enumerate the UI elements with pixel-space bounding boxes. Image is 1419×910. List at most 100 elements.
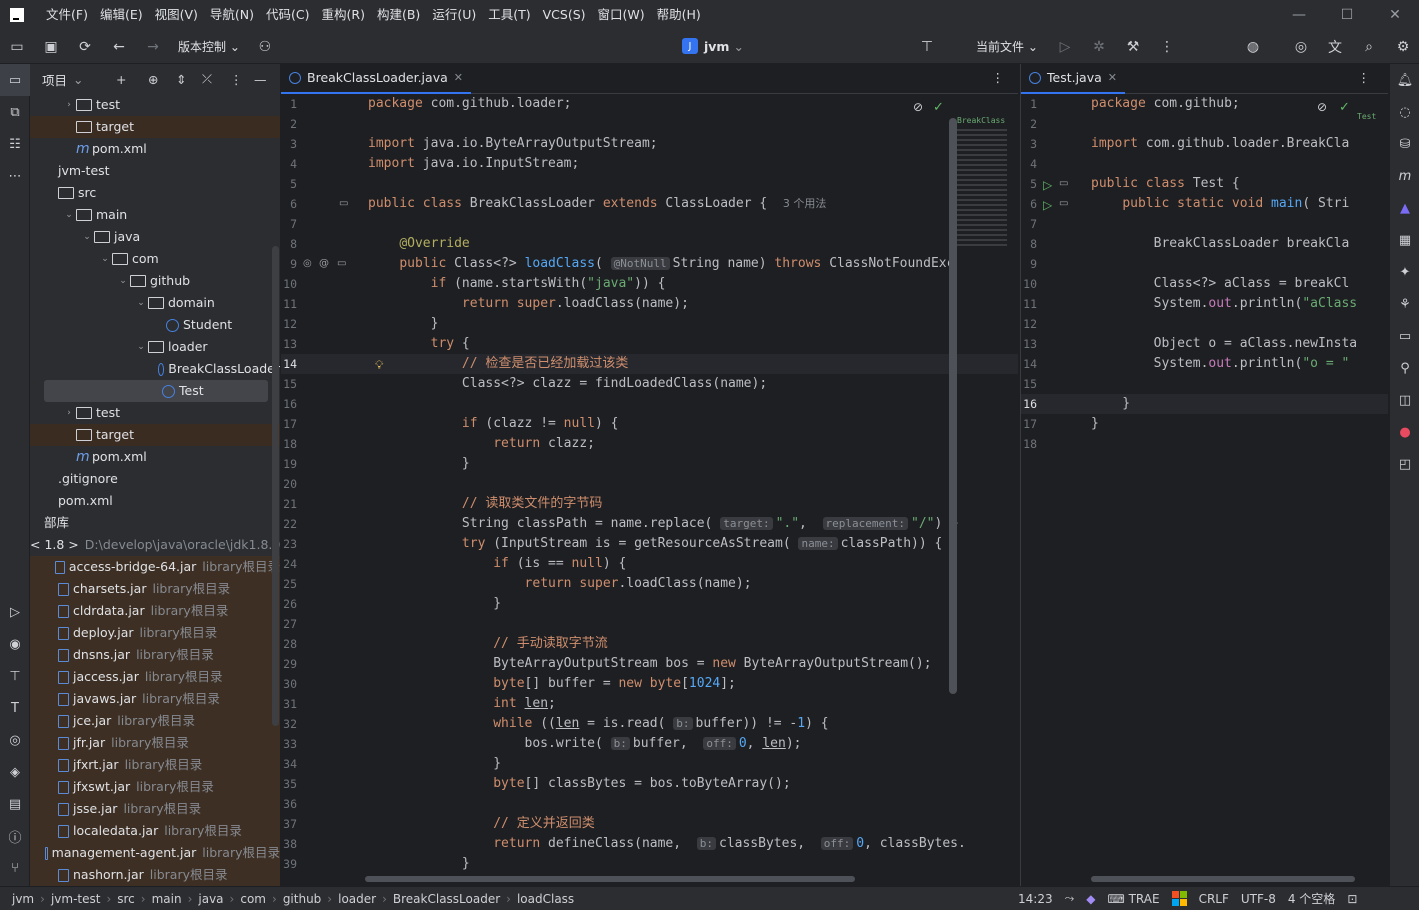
tree-row[interactable]: .gitignore (30, 468, 280, 490)
tree-row[interactable]: dnsns.jar library根目录 (30, 644, 280, 666)
line-number[interactable]: 29 (281, 654, 297, 674)
breadcrumb-item[interactable]: BreakClassLoader (389, 892, 504, 906)
intellij-logo-icon[interactable] (10, 8, 24, 22)
bulb-icon[interactable]: 💡︎ (375, 358, 383, 373)
tab-test[interactable]: Test.java ✕ (1021, 64, 1125, 94)
update-icon[interactable]: ◍ (1236, 30, 1270, 64)
tree-row[interactable]: ⌄ com (30, 248, 280, 270)
settings-gear-icon[interactable]: ⚙ (1386, 30, 1419, 64)
code-line[interactable]: 3 import com.github.loader.BreakCla (1021, 134, 1388, 154)
line-number[interactable]: 17 (281, 414, 297, 434)
line-number[interactable]: 4 (1021, 154, 1037, 174)
tree-row[interactable]: Student (30, 314, 280, 336)
line-number[interactable]: 9 (1021, 254, 1037, 274)
chevron-icon[interactable]: ⌄ (62, 204, 76, 226)
menu-item[interactable]: 代码(C) (260, 0, 315, 30)
run-tool-icon[interactable]: ▷ (0, 596, 30, 628)
line-number[interactable]: 32 (281, 714, 297, 734)
windows-logo-icon[interactable] (1166, 891, 1193, 906)
plugin-a-icon[interactable]: ▲ (1390, 192, 1419, 224)
code-line[interactable]: 9 public Class<?> loadClass( @NotNull Str… (281, 254, 1018, 274)
open-folder-icon[interactable]: ▭ (0, 30, 34, 64)
code-line[interactable]: 10 Class<?> aClass = breakCl (1021, 274, 1388, 294)
line-number[interactable]: 18 (1021, 434, 1037, 454)
hierarchy-icon[interactable]: ⚲ (1390, 352, 1419, 384)
line-number[interactable]: 15 (1021, 374, 1037, 394)
line-number[interactable]: 24 (281, 554, 297, 574)
inspection-ok-icon[interactable]: ✓ (1339, 100, 1350, 115)
menu-item[interactable]: 编辑(E) (94, 0, 149, 30)
breadcrumb-item[interactable]: loadClass (513, 892, 578, 906)
line-number[interactable]: 13 (281, 334, 297, 354)
plugin-e-icon[interactable]: ▭ (1390, 320, 1419, 352)
code-line[interactable]: 9 (1021, 254, 1388, 274)
line-number[interactable]: 3 (1021, 134, 1037, 154)
line-number[interactable]: 5 (1021, 174, 1037, 194)
tree-row[interactable]: pom.xml (30, 490, 280, 512)
line-number[interactable]: 5 (281, 174, 297, 194)
code-line[interactable]: 23 try (InputStream is = getResourceAsSt… (281, 534, 1018, 554)
line-number[interactable]: 26 (281, 594, 297, 614)
tab-options-icon[interactable]: ⋮ (992, 70, 1005, 85)
chevron-icon[interactable]: › (62, 94, 76, 116)
bookmark-icon[interactable]: ▭ (339, 198, 348, 209)
chevron-icon[interactable]: ⌄ (98, 248, 112, 270)
tree-row[interactable]: < 1.8 > D:\develop\java\oracle\jdk1.8.0_ (30, 534, 280, 556)
run-gutter-icon[interactable]: ▷ (1043, 198, 1052, 212)
chevron-icon[interactable]: ⌄ (116, 270, 130, 292)
tree-row[interactable]: BreakClassLoader (30, 358, 280, 380)
profiler-tool-icon[interactable]: ◈ (0, 756, 30, 788)
tree-row[interactable]: Test (44, 380, 268, 402)
options-icon[interactable]: ⋮ (230, 72, 243, 87)
code-line[interactable]: 14 // 检查是否已经加载过该类 (281, 354, 1018, 374)
line-number[interactable]: 6 (1021, 194, 1037, 214)
tree-row[interactable]: m pom.xml (30, 446, 280, 468)
editor-h-scrollbar[interactable] (1091, 876, 1355, 882)
vcs-menu[interactable]: 版本控制 ⌄ (170, 38, 248, 55)
line-number[interactable]: 4 (281, 154, 297, 174)
tree-row[interactable]: m pom.xml (30, 138, 280, 160)
tree-row[interactable]: › test (30, 94, 280, 116)
tree-row[interactable]: target (30, 116, 280, 138)
code-line[interactable]: 4 (1021, 154, 1388, 174)
line-number[interactable]: 39 (281, 854, 297, 874)
expand-icon[interactable]: ⇕ (176, 72, 186, 87)
line-number[interactable]: 11 (281, 294, 297, 314)
code-line[interactable]: 30 byte[] buffer = new byte[1024]; (281, 674, 1018, 694)
tree-row[interactable]: jfr.jar library根目录 (30, 732, 280, 754)
menu-item[interactable]: 工具(T) (482, 0, 536, 30)
code-line[interactable]: 6 public static void main( Stri (1021, 194, 1388, 214)
line-number[interactable]: 30 (281, 674, 297, 694)
tree-row[interactable]: jaccess.jar library根目录 (30, 666, 280, 688)
menu-item[interactable]: 视图(V) (149, 0, 204, 30)
line-number[interactable]: 28 (281, 634, 297, 654)
line-number[interactable]: 36 (281, 794, 297, 814)
reader-mode-icon[interactable]: ⊘ (913, 100, 923, 114)
code-line[interactable]: 25 return super.loadClass(name); (281, 574, 1018, 594)
tree-row[interactable]: ⌄ java (30, 226, 280, 248)
menu-item[interactable]: 文件(F) (40, 0, 94, 30)
maven-icon[interactable]: m (1390, 160, 1419, 192)
code-line[interactable]: 29 ByteArrayOutputStream bos = new ByteA… (281, 654, 1018, 674)
line-number[interactable]: 15 (281, 374, 297, 394)
problems-tool-icon[interactable]: ⓘ (0, 820, 30, 852)
line-number[interactable]: 38 (281, 834, 297, 854)
code-line[interactable]: 34 } (281, 754, 1018, 774)
override-icon[interactable]: ◎ (303, 258, 312, 269)
close-tab-icon[interactable]: ✕ (454, 71, 463, 84)
code-line[interactable]: 22 String classPath = name.replace( targ… (281, 514, 1018, 534)
caret-position[interactable]: 14:23 (1012, 892, 1059, 906)
editor-h-scrollbar[interactable] (365, 876, 855, 882)
database-icon[interactable]: ⛁ (1390, 128, 1419, 160)
tree-row[interactable]: › test (30, 402, 280, 424)
project-scrollbar[interactable] (272, 246, 279, 726)
line-number[interactable]: 27 (281, 614, 297, 634)
tree-row[interactable]: jsse.jar library根目录 (30, 798, 280, 820)
minimap[interactable]: BreakClass (957, 98, 1019, 268)
chevron-icon[interactable]: ⌄ (134, 336, 148, 358)
build-tool-icon[interactable]: ⊤ (0, 660, 30, 692)
line-number[interactable]: 33 (281, 734, 297, 754)
tree-row[interactable]: jfxrt.jar library根目录 (30, 754, 280, 776)
trae-status[interactable]: ⌨ TRAE (1101, 892, 1165, 906)
readonly-lock-icon[interactable]: ⊡ (1341, 892, 1363, 906)
